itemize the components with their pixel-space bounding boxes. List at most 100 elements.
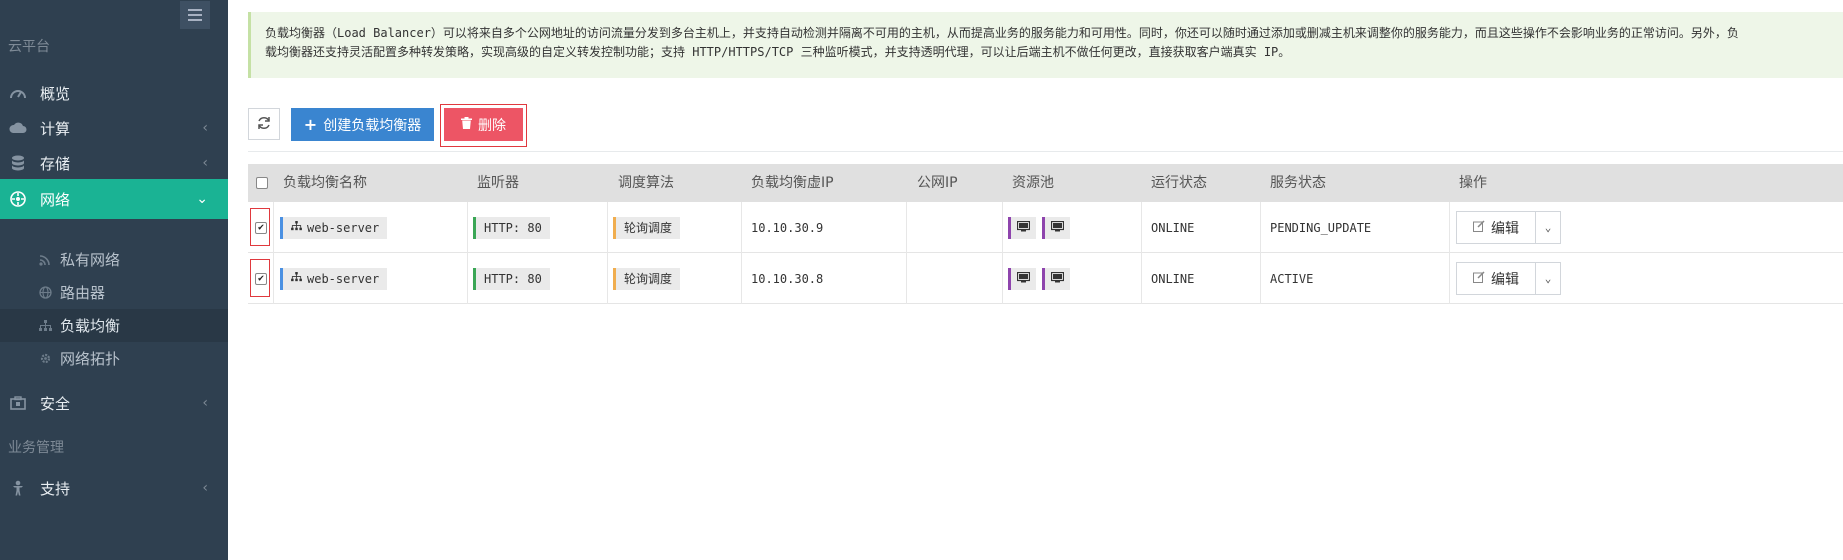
header-listener[interactable]: 监听器 [477, 164, 519, 202]
header-public-ip[interactable]: 公网IP [917, 164, 958, 202]
chevron-left-icon: ‹ [202, 120, 208, 136]
sidebar-subitem-router[interactable]: 路由器 [0, 276, 228, 309]
run-status-cell: ONLINE [1151, 271, 1195, 286]
listener-cell: HTTP: 80 [473, 253, 550, 304]
service-status-cell: ACTIVE [1270, 271, 1314, 286]
plus-icon: + [303, 115, 318, 134]
desktop-icon [1050, 220, 1065, 235]
sitemap-icon [291, 221, 302, 234]
header-resource-pool[interactable]: 资源池 [1012, 164, 1054, 202]
sidebar-item-label: 安全 [40, 394, 71, 413]
suitcase-icon [9, 394, 27, 412]
edit-button[interactable]: 编辑 [1456, 262, 1536, 295]
pool-member-tag[interactable] [1042, 267, 1070, 290]
header-run-status[interactable]: 运行状态 [1151, 164, 1207, 202]
resource-pool-cell [1008, 202, 1070, 253]
edit-label: 编辑 [1491, 220, 1519, 237]
edit-label: 编辑 [1491, 271, 1519, 288]
header-algorithm[interactable]: 调度算法 [618, 164, 674, 202]
edit-icon [1473, 270, 1485, 287]
desktop-icon [1050, 271, 1065, 286]
edit-button[interactable]: 编辑 [1456, 211, 1536, 244]
sitemap-icon [38, 319, 52, 333]
pool-member-tag[interactable] [1042, 216, 1070, 239]
info-alert: 负载均衡器（Load Balancer）可以将来自多个公网地址的访问流量分发到多… [248, 12, 1843, 78]
listener-tag[interactable]: HTTP: 80 [473, 267, 550, 290]
refresh-button[interactable] [248, 108, 280, 140]
sidebar-item-network[interactable]: 网络 ⌄ [0, 179, 228, 219]
support-icon [9, 479, 27, 497]
toolbar-divider [248, 151, 1843, 152]
chevron-left-icon: ‹ [202, 480, 208, 496]
refresh-icon [257, 115, 271, 134]
trash-icon [461, 116, 472, 133]
name-cell: web-server [280, 202, 388, 253]
header-name[interactable]: 负载均衡名称 [283, 164, 367, 202]
header-actions: 操作 [1459, 175, 1487, 191]
info-text-line-2: 载均衡器还支持灵活配置多种转发策略，实现高级的自定义转发控制功能；支持 HTTP… [265, 45, 1291, 59]
sidebar-section-cloud: 云平台 [8, 39, 50, 55]
sidebar-section-business: 业务管理 [8, 440, 64, 456]
menu-toggle-icon[interactable] [180, 1, 210, 29]
network-icon [9, 190, 27, 208]
header-service-status[interactable]: 服务状态 [1270, 164, 1326, 202]
create-load-balancer-button[interactable]: + 创建负载均衡器 [291, 108, 434, 141]
pool-member-tag[interactable] [1008, 267, 1036, 290]
name-tag[interactable]: web-server [280, 216, 388, 239]
select-all-checkbox[interactable] [256, 177, 268, 189]
algorithm-cell: 轮询调度 [613, 253, 681, 304]
table-row[interactable]: ✔ web-server HTTP: 80 轮询调度 10.10.30.8 ON… [248, 253, 1843, 304]
globe-icon [38, 286, 52, 300]
table-header: 负载均衡名称 监听器 调度算法 负载均衡虚IP 公网IP 资源池 运行状态 服务… [248, 164, 1843, 202]
sidebar-item-security[interactable]: 安全 ‹ [0, 383, 228, 423]
name-cell: web-server [280, 253, 388, 304]
sidebar-subitem-label: 负载均衡 [60, 317, 121, 335]
algorithm-tag: 轮询调度 [613, 216, 681, 239]
chevron-down-icon: ⌄ [1544, 221, 1552, 234]
lb-name: web-server [307, 220, 380, 235]
create-button-label: 创建负载均衡器 [323, 117, 422, 134]
sidebar-item-compute[interactable]: 计算 ‹ [0, 108, 228, 148]
select-all-cell[interactable] [256, 164, 268, 202]
actions-cell: 编辑 ⌄ [1456, 253, 1561, 304]
chevron-down-icon: ⌄ [1544, 272, 1552, 285]
delete-button-label: 删除 [478, 117, 506, 134]
sidebar-subitem-label: 路由器 [60, 284, 106, 302]
row-checkbox[interactable]: ✔ [255, 272, 267, 285]
chevron-left-icon: ‹ [202, 155, 208, 171]
actions-dropdown-toggle[interactable]: ⌄ [1536, 262, 1561, 295]
sidebar-subitem-private-network[interactable]: 私有网络 [0, 243, 228, 276]
main-content: 负载均衡器（Load Balancer）可以将来自多个公网地址的访问流量分发到多… [228, 0, 1843, 560]
sidebar-item-label: 支持 [40, 479, 71, 498]
table-row[interactable]: ✔ web-server HTTP: 80 轮询调度 10.10.30.9 ON… [248, 202, 1843, 253]
dashboard-icon [9, 84, 27, 102]
desktop-icon [1016, 271, 1031, 286]
sitemap-icon [291, 272, 302, 285]
sidebar-item-storage[interactable]: 存储 ‹ [0, 143, 228, 183]
chevron-down-icon: ⌄ [196, 191, 208, 207]
sidebar-item-label: 存储 [40, 154, 71, 173]
sidebar-item-support[interactable]: 支持 ‹ [0, 468, 228, 508]
row-checkbox-cell[interactable]: ✔ [255, 253, 267, 304]
row-checkbox[interactable]: ✔ [255, 221, 267, 234]
delete-button[interactable]: 删除 [444, 108, 523, 141]
listener-tag[interactable]: HTTP: 80 [473, 216, 550, 239]
sidebar-subitem-topology[interactable]: 网络拓扑 [0, 342, 228, 375]
actions-cell: 编辑 ⌄ [1456, 202, 1561, 253]
actions-dropdown-toggle[interactable]: ⌄ [1536, 211, 1561, 244]
sidebar-item-label: 概览 [40, 84, 71, 103]
rss-icon [38, 253, 52, 267]
name-tag[interactable]: web-server [280, 267, 388, 290]
sidebar-item-label: 计算 [40, 119, 71, 138]
row-checkbox-cell[interactable]: ✔ [255, 202, 267, 253]
sidebar-subitem-load-balancer[interactable]: 负载均衡 [0, 309, 228, 342]
sidebar: 云平台 概览 计算 ‹ 存储 ‹ 网络 ⌄ 私有网络 路由器 负载均衡 网络拓扑… [0, 0, 228, 560]
vip-cell: 10.10.30.9 [751, 220, 824, 235]
sidebar-item-overview[interactable]: 概览 [0, 73, 228, 113]
database-icon [9, 154, 27, 172]
header-vip[interactable]: 负载均衡虚IP [751, 164, 834, 202]
listener-cell: HTTP: 80 [473, 202, 550, 253]
sidebar-subitem-label: 网络拓扑 [60, 350, 121, 368]
vip-cell: 10.10.30.8 [751, 271, 824, 286]
pool-member-tag[interactable] [1008, 216, 1036, 239]
